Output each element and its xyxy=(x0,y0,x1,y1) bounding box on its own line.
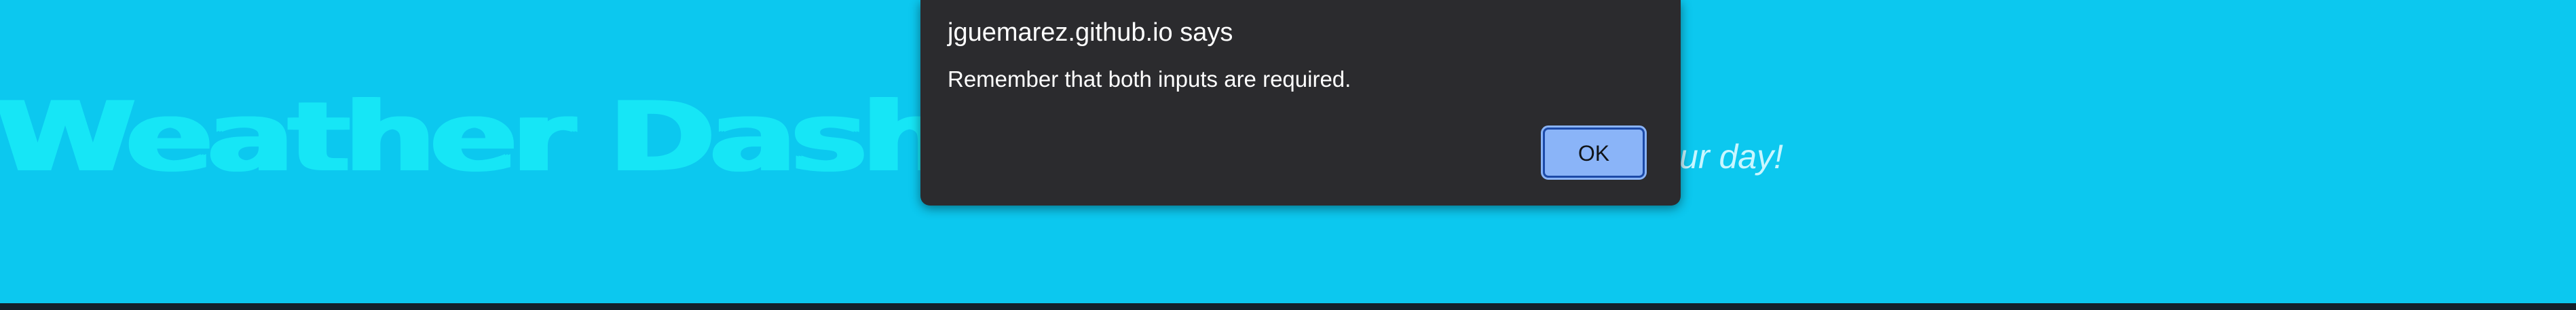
header-bottom-border xyxy=(0,303,2576,310)
dialog-message: Remember that both inputs are required. xyxy=(948,66,1351,92)
dialog-origin-title: jguemarez.github.io says xyxy=(948,18,1233,47)
ok-button[interactable]: OK xyxy=(1541,125,1647,180)
alert-dialog: jguemarez.github.io says Remember that b… xyxy=(920,0,1681,206)
